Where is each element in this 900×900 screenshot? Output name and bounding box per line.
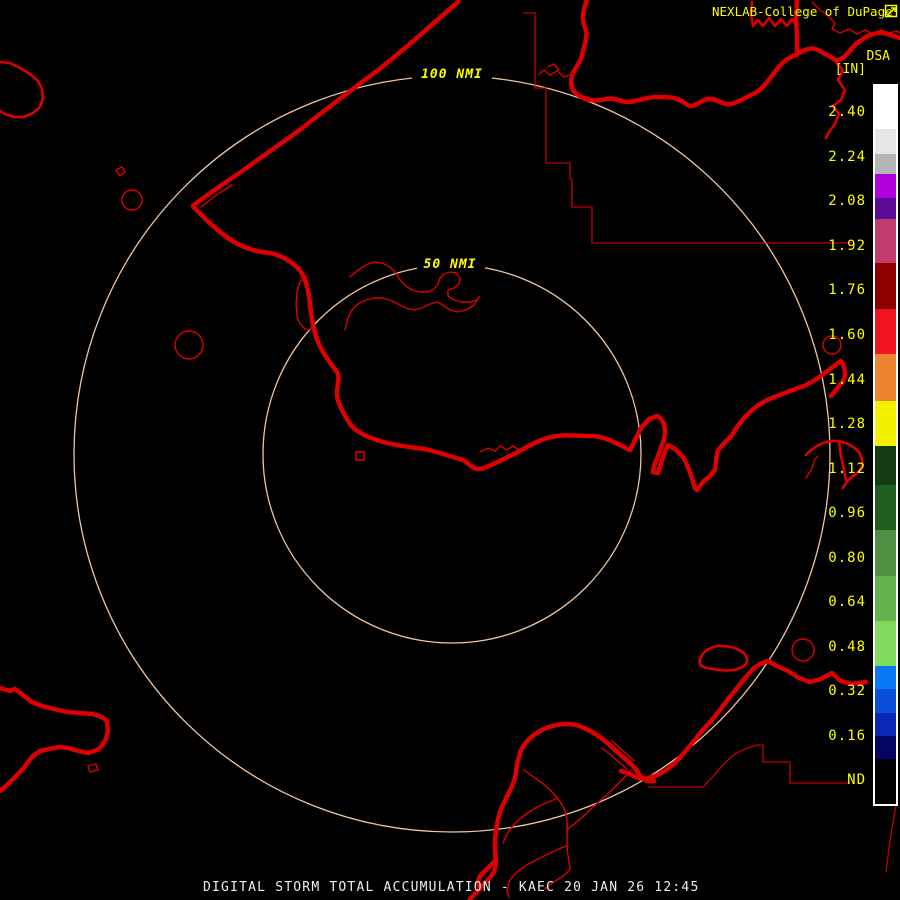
range-ring-50nmi-label: 50 NMI [424, 257, 477, 272]
legend-swatch-10 [875, 446, 896, 485]
college-of-dupage-logo-icon [884, 3, 898, 18]
island-circle-west-large [175, 331, 203, 359]
lagoon-network-bottom [503, 741, 634, 898]
product-caption: DIGITAL STORM TOTAL ACCUMULATION - KAEC … [203, 880, 699, 895]
coastline-northwest-arc [193, 2, 458, 206]
boundary-below-legend [886, 800, 897, 872]
legend-label-7: 1.28 [828, 415, 866, 433]
coastline-east-bays [630, 361, 845, 490]
site-title: NEXLAB-College of DuPage [712, 4, 893, 19]
legend-swatch-4 [875, 198, 896, 219]
legend-label-9: 0.96 [828, 504, 866, 522]
boundary-stairstep-southeast [648, 745, 850, 787]
legend-swatch-7 [875, 309, 896, 354]
range-ring-100nmi-label: 100 NMI [421, 67, 483, 82]
legend-swatch-6 [875, 263, 896, 309]
legend-label-2: 2.08 [828, 192, 866, 210]
boundary-stairstep-north [523, 13, 852, 243]
lagoon-complex-center [345, 262, 480, 330]
legend-product-code: DSA [867, 49, 890, 64]
legend-swatch-1 [875, 129, 896, 154]
legend-swatch-18 [875, 736, 896, 759]
legend-label-10: 0.80 [828, 549, 866, 567]
islet-bottomleft [88, 764, 98, 772]
island-oval-southeast [700, 646, 747, 671]
legend-units: [IN] [835, 62, 866, 77]
island-circle-southeast [792, 639, 814, 661]
coastline-bottom-dome [519, 724, 654, 781]
legend-swatch-14 [875, 621, 896, 666]
legend-label-8: 1.12 [828, 460, 866, 478]
legend-label-5: 1.60 [828, 326, 866, 344]
legend-swatch-16 [875, 689, 896, 713]
island-circle-west-small [122, 190, 142, 210]
legend-label-6: 1.44 [828, 371, 866, 389]
legend-label-1: 2.24 [828, 148, 866, 166]
legend-swatch-5 [875, 219, 896, 263]
legend-swatch-0 [875, 86, 896, 129]
legend-swatch-13 [875, 576, 896, 621]
legend-label-13: 0.32 [828, 682, 866, 700]
legend-swatch-17 [875, 713, 896, 736]
coastline-main [193, 206, 630, 469]
islet-west-speck [116, 167, 125, 176]
legend-swatch-15 [875, 666, 896, 689]
legend-swatch-19 [875, 759, 896, 804]
range-ring-50nmi [263, 265, 641, 643]
coastline-north-west-fork [539, 64, 573, 77]
legend-label-3: 1.92 [828, 237, 866, 255]
islet-south-speck [356, 452, 364, 460]
legend-swatch-12 [875, 530, 896, 576]
legend-swatch-2 [875, 154, 896, 174]
legend-label-11: 0.64 [828, 593, 866, 611]
legend-colorbar [873, 84, 898, 806]
legend-swatch-3 [875, 174, 896, 198]
legend-swatch-11 [875, 485, 896, 530]
coastline-topleft-corner [0, 62, 43, 117]
radar-map: 100 NMI 50 NMI [0, 0, 900, 900]
legend-swatch-9 [875, 401, 896, 446]
legend-label-14: 0.16 [828, 727, 866, 745]
legend-label-15: ND [847, 771, 866, 789]
coastline-right-edge-detail [480, 446, 818, 478]
coastlines [0, 0, 900, 899]
legend-label-12: 0.48 [828, 638, 866, 656]
legend-swatch-8 [875, 354, 896, 401]
coastline-southeast [621, 661, 866, 779]
coastline-bottomleft-peninsula [0, 688, 108, 791]
radar-display: 100 NMI 50 NMI [0, 0, 900, 900]
legend-label-0: 2.40 [828, 103, 866, 121]
legend-label-4: 1.76 [828, 281, 866, 299]
